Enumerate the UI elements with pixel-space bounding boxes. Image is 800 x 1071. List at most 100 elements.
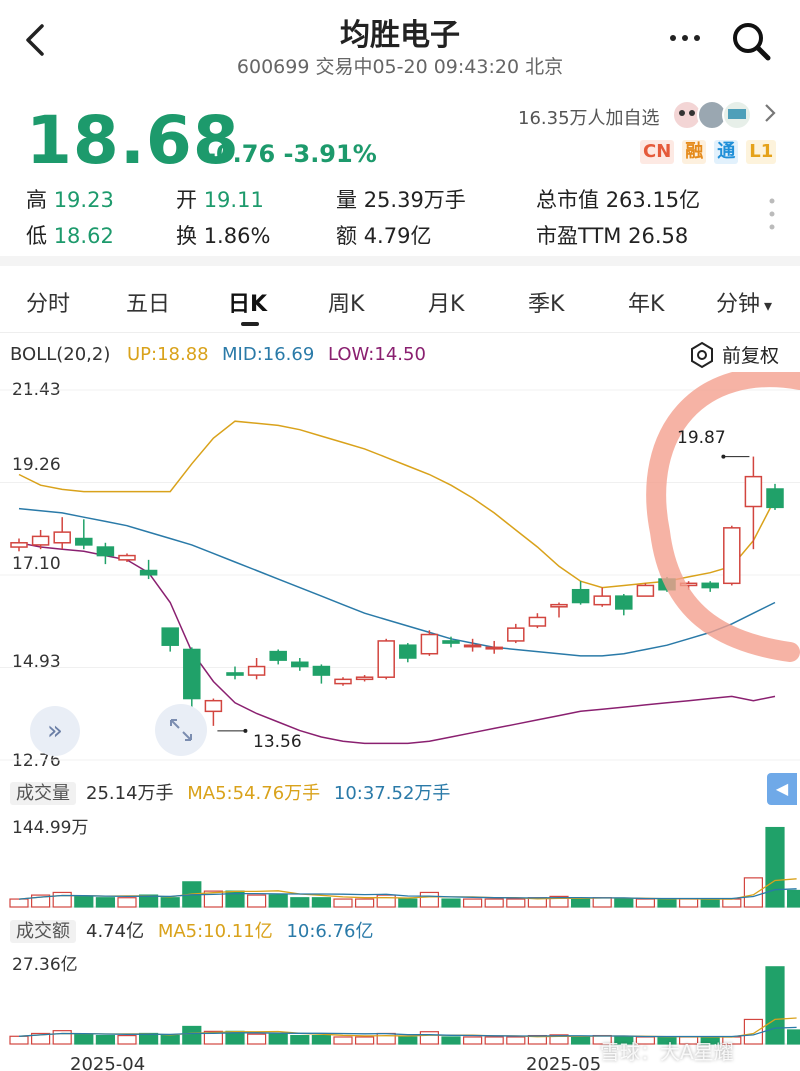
candle bbox=[183, 647, 201, 708]
candle bbox=[10, 538, 28, 552]
volume-bar bbox=[52, 891, 72, 908]
stat-pe-ttm: 市盈TTM 26.58 bbox=[536, 224, 689, 248]
stat-low: 低 18.62 bbox=[26, 224, 114, 248]
volume-bar bbox=[678, 898, 699, 908]
amount-bar bbox=[247, 1033, 267, 1045]
amount-bar bbox=[95, 1034, 116, 1045]
amount-label[interactable]: 成交额 bbox=[10, 920, 76, 943]
volume-bar bbox=[268, 894, 288, 908]
volume-bar bbox=[463, 898, 483, 908]
amount-bar bbox=[786, 1029, 800, 1045]
candle bbox=[744, 456, 763, 550]
amount-bar bbox=[117, 1034, 137, 1045]
volume-bar bbox=[355, 898, 375, 908]
amount-bar bbox=[419, 1031, 439, 1045]
volume-bar bbox=[592, 897, 612, 908]
scroll-right-button[interactable]: » bbox=[30, 706, 80, 756]
volume-chart bbox=[9, 826, 800, 908]
stat-open: 开 19.11 bbox=[176, 188, 264, 212]
candle bbox=[615, 593, 633, 616]
stat-market-cap: 总市值 263.15亿 bbox=[536, 188, 701, 212]
amount-bar bbox=[182, 1025, 202, 1045]
candle bbox=[355, 675, 374, 682]
volume-bar bbox=[376, 894, 396, 908]
adjust-mode-button[interactable]: 前复权 bbox=[722, 341, 779, 368]
stat-volume: 量 25.39万手 bbox=[336, 188, 466, 212]
volume-bar bbox=[117, 897, 137, 908]
candle bbox=[485, 640, 503, 654]
volume-bar bbox=[290, 897, 310, 908]
stat-turnover: 换 1.86% bbox=[176, 224, 271, 248]
fullscreen-icon[interactable] bbox=[155, 704, 207, 756]
stock-detail-screen: 均胜电子 600699 交易中05-20 09:43:20 北京 18.68 -… bbox=[0, 0, 800, 1071]
candle bbox=[550, 602, 568, 618]
tab-minute[interactable]: 分钟 ▾ bbox=[716, 286, 772, 318]
tab-monthly-k[interactable]: 月K bbox=[428, 286, 464, 318]
badge-l1: L1 bbox=[746, 140, 777, 164]
candle bbox=[463, 638, 482, 652]
amount-bar bbox=[9, 1035, 29, 1045]
x-axis-label: 2025-04 bbox=[70, 1054, 146, 1071]
tab-weekly-k[interactable]: 周K bbox=[328, 286, 364, 318]
volume-bar bbox=[419, 891, 439, 908]
more-dots-icon[interactable] bbox=[668, 18, 702, 66]
follower-avatars[interactable] bbox=[672, 99, 762, 131]
candle bbox=[766, 483, 784, 510]
expand-stats-icon[interactable] bbox=[768, 196, 776, 232]
volume-bar bbox=[765, 826, 785, 908]
volume-bar bbox=[570, 898, 591, 908]
tab-five-day[interactable]: 五日 bbox=[126, 286, 170, 318]
volume-bar bbox=[160, 897, 180, 908]
candle bbox=[161, 627, 179, 652]
candle bbox=[226, 666, 244, 680]
candle bbox=[377, 638, 395, 680]
settings-icon[interactable] bbox=[688, 341, 716, 369]
candle bbox=[53, 517, 71, 550]
candle bbox=[636, 583, 655, 597]
candle bbox=[571, 581, 590, 605]
stat-high: 高 19.23 bbox=[26, 188, 114, 212]
candle bbox=[75, 519, 93, 550]
amount-bar bbox=[765, 966, 785, 1045]
candle bbox=[442, 636, 460, 648]
volume-bar bbox=[506, 898, 526, 908]
candle bbox=[528, 613, 547, 629]
stat-amount: 额 4.79亿 bbox=[336, 224, 432, 248]
tab-divider bbox=[0, 332, 800, 333]
amount-legend: 成交额 4.74亿 MA5:10.11亿 10:6.76亿 bbox=[10, 917, 790, 943]
candle bbox=[593, 587, 611, 607]
volume-bar bbox=[9, 898, 29, 908]
volume-legend: 成交量 25.14万手 MA5:54.76万手 10:37.52万手 bbox=[10, 779, 790, 805]
candle bbox=[312, 664, 331, 684]
candle bbox=[507, 623, 525, 644]
follower-count[interactable]: 16.35万人加自选 bbox=[518, 104, 660, 130]
active-tab-indicator bbox=[241, 322, 259, 326]
tab-intraday[interactable]: 分时 bbox=[26, 286, 70, 318]
amount-bar bbox=[743, 1018, 764, 1045]
search-icon[interactable] bbox=[730, 20, 772, 62]
tab-yearly-k[interactable]: 年K bbox=[628, 286, 664, 318]
high-marker-dot bbox=[721, 454, 726, 459]
boll-low: LOW:14.50 bbox=[328, 344, 426, 365]
candle bbox=[118, 553, 136, 562]
volume-label[interactable]: 成交量 bbox=[10, 782, 76, 805]
boll-label: BOLL(20,2) bbox=[10, 344, 111, 365]
price-change: -0.76 -3.91% bbox=[206, 140, 377, 168]
amount-bar bbox=[139, 1032, 159, 1045]
amount-bar bbox=[355, 1036, 375, 1045]
boll-up: UP:18.88 bbox=[127, 344, 209, 365]
amount-bar bbox=[484, 1036, 504, 1045]
amount-bar bbox=[463, 1036, 483, 1045]
volume-bar bbox=[333, 898, 353, 908]
market-badges: CN 融 通 L1 bbox=[640, 140, 777, 164]
boll-mid: MID:16.69 bbox=[222, 344, 315, 365]
volume-bar bbox=[722, 898, 742, 908]
volume-bar bbox=[614, 898, 634, 908]
tab-quarterly-k[interactable]: 季K bbox=[528, 286, 564, 318]
chevron-right-icon[interactable] bbox=[762, 100, 778, 132]
x-axis-label: 2025-05 bbox=[526, 1054, 602, 1071]
tab-daily-k[interactable]: 日K bbox=[228, 286, 267, 318]
collapse-panel-icon[interactable]: ◀ bbox=[767, 773, 797, 805]
volume-bar bbox=[398, 898, 418, 908]
volume-bar bbox=[95, 897, 116, 908]
